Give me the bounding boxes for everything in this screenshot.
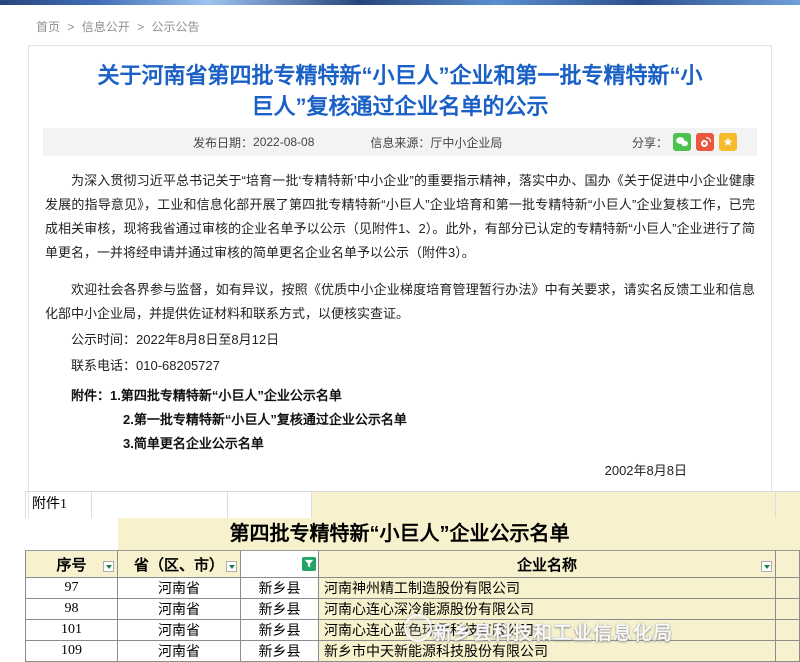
share-label: 分享： [632,134,668,151]
cell-company: 河南心连心蓝色环保科技有限公司 [319,620,776,641]
header-seq-label: 序号 [56,554,86,575]
overflow-cell [776,578,800,599]
page: { "breadcrumb": { "separator": ">", "ite… [0,0,800,600]
publicity-period-line: 公示时间：2022年8月8日至8月12日 [45,328,755,352]
article-paragraph: 为深入贯彻习近平总书记关于“培育一批‘专精特新’中小企业”的重要指示精神，落实中… [45,169,755,265]
attachment-1-text: 1.第四批专精特新“小巨人”企业公示名单 [110,388,342,403]
cell-seq: 101 [25,620,118,641]
attachment-link-2[interactable]: 2.第一批专精特新“小巨人”复核通过企业公示名单 [45,408,755,432]
cell-county: 新乡县 [241,620,319,641]
breadcrumb-announcements[interactable]: 公示公告 [151,20,199,34]
favorite-star-icon[interactable]: ★ [719,133,737,151]
cell-province: 河南省 [118,599,241,620]
empty-cell [312,492,776,519]
breadcrumb-separator: > [137,20,144,34]
attachment-label: 附件： [71,388,110,403]
cell-county: 新乡县 [241,641,319,662]
weibo-share-icon[interactable] [696,133,714,151]
table-row: 97 河南省 新乡县 河南神州精工制造股份有限公司 [25,578,800,599]
article-paragraph: 欢迎社会各界参与监督，如有异议，按照《优质中小企业梯度培育管理暂行办法》中有关要… [45,278,755,326]
header-cell-province: 省（区、市） [118,551,241,578]
sheet-title: 第四批专精特新“小巨人”企业公示名单 [25,518,774,550]
attachment-link-3[interactable]: 3.简单更名企业公示名单 [45,432,755,456]
sheet-header-row: 序号 省（区、市） 企业名称 [25,551,800,578]
wechat-share-icon[interactable] [673,133,691,151]
filter-dropdown-icon[interactable] [761,561,772,572]
article-meta-bar: 发布日期： 2022-08-08 信息来源： 厅中小企业局 分享： ★ [43,128,757,156]
cell-company: 河南心连心深冷能源股份有限公司 [319,599,776,620]
table-row: 109 河南省 新乡县 新乡市中天新能源科技股份有限公司 [25,641,800,662]
header-cell-company: 企业名称 [319,551,776,578]
breadcrumb-info-disclosure[interactable]: 信息公开 [82,20,130,34]
overflow-cell [776,599,800,620]
filter-dropdown-icon[interactable] [103,561,114,572]
header-cell-seq: 序号 [25,551,118,578]
cell-seq: 109 [25,641,118,662]
cell-company: 新乡市中天新能源科技股份有限公司 [319,641,776,662]
publish-date-value: 2022-08-08 [253,135,314,149]
breadcrumb-separator: > [67,20,74,34]
contact-phone-line: 联系电话：010-68205727 [45,354,755,378]
share-group: 分享： ★ [632,133,737,151]
header-overflow-cell [776,551,800,578]
cell-seq: 98 [25,599,118,620]
page-title: 关于河南省第四批专精特新“小巨人”企业和第一批专精特新“小巨人”复核通过企业名单… [95,60,705,122]
annex-label-row: 附件1 [25,491,800,518]
empty-cell [92,492,228,519]
attachment-link-1[interactable]: 附件：1.第四批专精特新“小巨人”企业公示名单 [45,384,755,408]
header-cell-county [241,551,319,578]
annex-spreadsheet: 附件1 第四批专精特新“小巨人”企业公示名单 序号 省（区、市） [25,491,800,662]
cell-company: 河南神州精工制造股份有限公司 [319,578,776,599]
overflow-cell [776,620,800,641]
sign-date: 2002年8月8日 [29,460,687,479]
header-province-label: 省（区、市） [134,554,224,575]
cell-county: 新乡县 [241,578,319,599]
overflow-cell [776,641,800,662]
empty-cell [776,492,800,519]
cell-province: 河南省 [118,620,241,641]
source-label: 信息来源： [370,134,430,151]
annex-label-cell: 附件1 [25,492,92,519]
empty-cell [228,492,312,519]
cell-province: 河南省 [118,578,241,599]
cell-province: 河南省 [118,641,241,662]
breadcrumb: 首页 > 信息公开 > 公示公告 [0,5,800,35]
sheet-title-row: 第四批专精特新“小巨人”企业公示名单 [25,518,800,551]
article-container: 关于河南省第四批专精特新“小巨人”企业和第一批专精特新“小巨人”复核通过企业名单… [28,45,772,662]
table-row: 101 河南省 新乡县 河南心连心蓝色环保科技有限公司 [25,620,800,641]
filter-funnel-icon[interactable] [302,557,316,571]
filter-dropdown-icon[interactable] [226,561,237,572]
cell-seq: 97 [25,578,118,599]
table-row: 98 河南省 新乡县 河南心连心深冷能源股份有限公司 [25,599,800,620]
source-value: 厅中小企业局 [430,134,502,151]
breadcrumb-home[interactable]: 首页 [36,20,60,34]
attachment-list: 附件：1.第四批专精特新“小巨人”企业公示名单 2.第一批专精特新“小巨人”复核… [45,384,755,456]
header-company-label: 企业名称 [517,554,577,575]
publish-date-label: 发布日期： [193,134,253,151]
cell-county: 新乡县 [241,599,319,620]
